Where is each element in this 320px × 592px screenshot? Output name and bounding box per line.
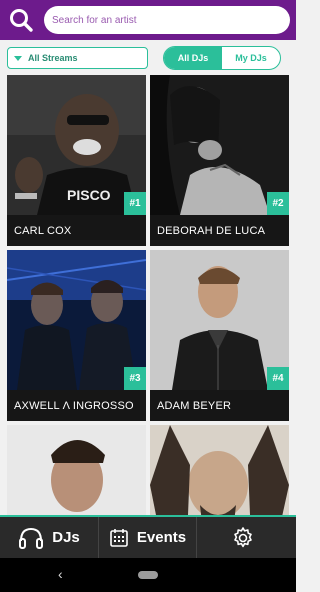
dj-filter-segment: All DJs My DJs <box>163 46 281 70</box>
header-bar <box>0 0 296 40</box>
streams-dropdown[interactable]: All Streams <box>7 47 148 69</box>
tab-events[interactable]: Events <box>99 517 197 558</box>
dj-name: CARL COX <box>7 215 146 246</box>
dj-card[interactable] <box>150 425 289 516</box>
rank-badge: #3 <box>124 367 146 390</box>
calendar-icon <box>110 528 128 547</box>
dj-card[interactable]: #3 AXWELL Λ INGROSSO <box>7 250 146 421</box>
back-chevron-icon[interactable]: ‹ <box>58 566 63 582</box>
dj-card[interactable]: #4 ADAM BEYER <box>150 250 289 421</box>
search-field[interactable] <box>44 6 290 34</box>
rank-badge: #4 <box>267 367 289 390</box>
dj-grid: PISCO #1 CARL COX #2 DEBORAH DE LUCA #3 … <box>0 74 296 516</box>
segment-all-djs[interactable]: All DJs <box>164 47 222 69</box>
search-button[interactable] <box>0 0 42 40</box>
svg-text:PISCO: PISCO <box>67 187 111 203</box>
dj-card[interactable]: #2 DEBORAH DE LUCA <box>150 75 289 246</box>
search-input[interactable] <box>52 14 290 26</box>
dj-card[interactable]: PISCO #1 CARL COX <box>7 75 146 246</box>
tab-djs[interactable]: DJs <box>0 517 99 558</box>
streams-dropdown-label: All Streams <box>28 53 78 63</box>
rank-badge: #2 <box>267 192 289 215</box>
dj-name: DEBORAH DE LUCA <box>150 215 289 246</box>
dj-card[interactable] <box>7 425 146 516</box>
gear-icon <box>233 526 252 547</box>
tab-djs-label: DJs <box>52 529 80 546</box>
tab-settings[interactable] <box>197 517 296 558</box>
segment-my-djs[interactable]: My DJs <box>222 47 280 69</box>
dj-photo <box>150 425 289 516</box>
headphones-icon <box>19 527 44 549</box>
app-root: All Streams All DJs My DJs PISCO #1 CARL… <box>0 0 296 592</box>
caret-down-icon <box>14 55 22 61</box>
dj-name: AXWELL Λ INGROSSO <box>7 390 146 421</box>
dj-photo <box>7 425 146 516</box>
rank-badge: #1 <box>124 192 146 215</box>
bottom-tab-bar: DJs Events <box>0 515 296 558</box>
dj-name: ADAM BEYER <box>150 390 289 421</box>
search-icon <box>10 9 33 32</box>
tab-events-label: Events <box>136 529 187 546</box>
home-pill-icon[interactable] <box>138 571 158 579</box>
